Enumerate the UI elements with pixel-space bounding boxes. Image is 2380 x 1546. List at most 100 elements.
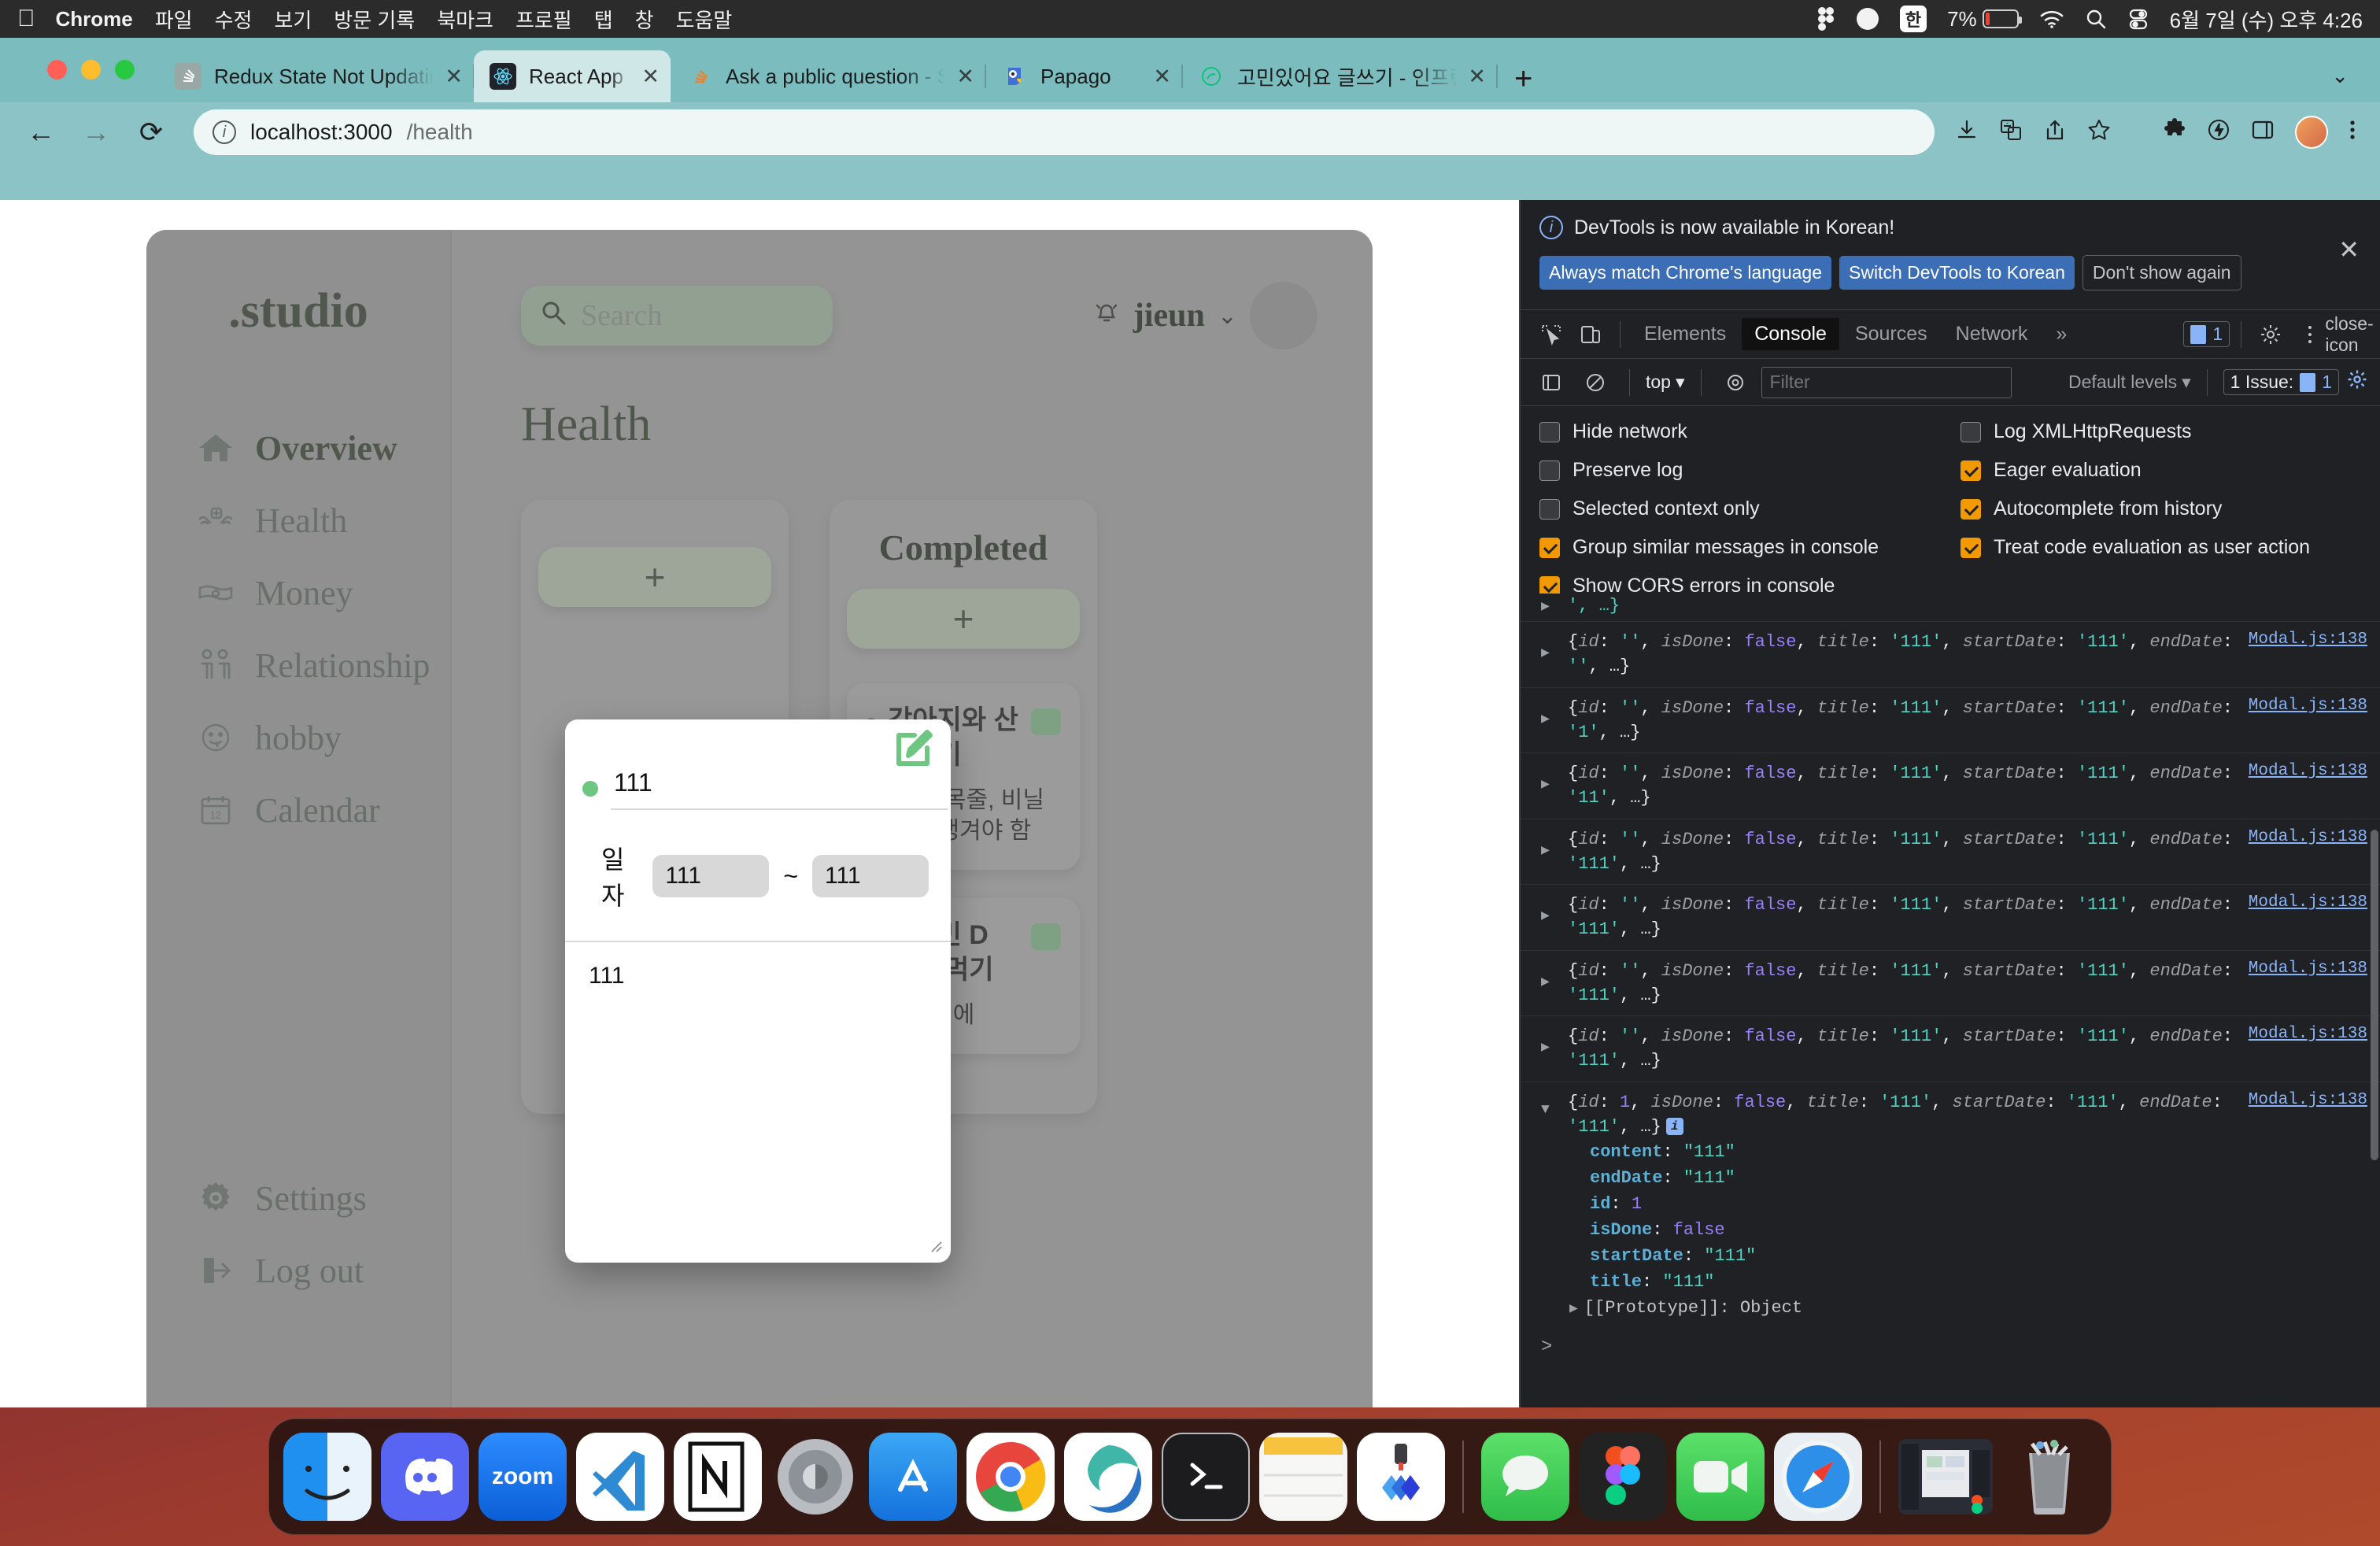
log-row[interactable]: ▶ Modal.js:138 {id: '', isDone: false, t… — [1521, 753, 2380, 819]
new-tab-button[interactable]: + — [1514, 63, 1532, 94]
log-source-link[interactable]: Modal.js:138 — [2249, 826, 2367, 849]
setting-eager-evaluation[interactable]: Eager evaluation — [1961, 459, 2361, 482]
issues-badge[interactable]: 1 — [2183, 321, 2230, 347]
more-tabs-icon[interactable]: » — [2043, 318, 2079, 350]
dock-app-sketch[interactable] — [1357, 1433, 1445, 1521]
download-icon[interactable] — [1955, 118, 1979, 147]
input-source-indicator[interactable]: 한 — [1899, 6, 1927, 32]
maximize-window-button[interactable] — [115, 60, 135, 80]
log-levels-selector[interactable]: Default levels ▾ — [2068, 372, 2191, 393]
tab-search-chevron-icon[interactable]: ⌄ — [2331, 64, 2349, 88]
checkbox[interactable] — [1539, 537, 1560, 558]
clear-console-icon[interactable] — [1577, 364, 1613, 401]
close-devtools-icon[interactable]: close-icon — [2325, 313, 2373, 355]
dock-app-discord[interactable] — [381, 1433, 469, 1521]
tab-sources[interactable]: Sources — [1842, 318, 1940, 350]
setting-log-xmlhttprequests[interactable]: Log XMLHttpRequests — [1961, 420, 2361, 443]
star-icon[interactable] — [2087, 118, 2111, 147]
setting-autocomplete-from-history[interactable]: Autocomplete from history — [1961, 497, 2361, 520]
log-row[interactable]: ▶ Modal.js:138 {id: '', isDone: false, t… — [1521, 622, 2380, 688]
browser-tab-inflearn[interactable]: 고민있어요 글쓰기 - 인프런 | 커뮤니티 ✕ — [1182, 50, 1498, 102]
checkbox[interactable] — [1961, 498, 1981, 520]
control-center-icon[interactable] — [2127, 8, 2149, 30]
dock-app-safari[interactable] — [1774, 1433, 1862, 1521]
dock-trash[interactable] — [2002, 1433, 2097, 1521]
arc-menubar-icon[interactable] — [1856, 7, 1879, 31]
expand-arrow-icon[interactable]: ▶ — [1541, 973, 1550, 993]
dock-app-app-store[interactable] — [869, 1433, 957, 1521]
dock-app-terminal[interactable] — [1162, 1433, 1250, 1521]
issues-summary-badge[interactable]: 1 Issue: 1 — [2223, 369, 2339, 395]
menubar-item-file[interactable]: 파일 — [155, 5, 193, 34]
setting-hide-network[interactable]: Hide network — [1539, 420, 1961, 443]
minimize-window-button[interactable] — [81, 60, 101, 80]
spotlight-search-icon[interactable] — [2085, 8, 2107, 30]
close-tab-button[interactable]: ✕ — [1468, 65, 1486, 89]
menubar-item-profile[interactable]: 프로필 — [516, 5, 572, 34]
expand-arrow-icon[interactable]: ▶ — [1541, 710, 1550, 730]
dock-app-figma[interactable] — [1579, 1433, 1667, 1521]
expand-arrow-icon[interactable]: ▶ — [1541, 1039, 1550, 1060]
browser-tab-react-app[interactable]: React App ✕ — [474, 50, 671, 102]
checkbox[interactable] — [1539, 421, 1560, 442]
translate-icon[interactable] — [1999, 118, 2023, 147]
menubar-app-name[interactable]: Chrome — [56, 7, 133, 31]
expand-arrow-icon[interactable]: ▶ — [1541, 645, 1550, 665]
resize-grip-icon[interactable] — [926, 1236, 943, 1253]
setting-preserve-log[interactable]: Preserve log — [1539, 459, 1961, 482]
switch-to-korean-button[interactable]: Switch DevTools to Korean — [1839, 256, 2075, 290]
close-tab-button[interactable]: ✕ — [1153, 65, 1171, 89]
window-traffic-lights[interactable] — [47, 60, 135, 80]
dock-app-finder[interactable] — [283, 1433, 371, 1521]
log-row[interactable]: ▶ Modal.js:138 {id: '', isDone: false, t… — [1521, 688, 2380, 754]
log-source-link[interactable]: Modal.js:138 — [2249, 1089, 2367, 1112]
log-source-link[interactable]: Modal.js:138 — [2249, 694, 2367, 718]
log-row-partial[interactable]: ▶ ', …} — [1521, 594, 2380, 623]
expand-arrow-icon[interactable]: ▶ — [1541, 597, 1550, 618]
address-bar[interactable]: i localhost:3000/health — [194, 109, 1935, 155]
dock-app-chrome[interactable] — [966, 1433, 1055, 1521]
side-panel-icon[interactable] — [2251, 118, 2275, 147]
wifi-icon[interactable] — [2039, 9, 2064, 28]
log-source-link[interactable]: Modal.js:138 — [2249, 957, 2367, 981]
menubar-item-window[interactable]: 창 — [635, 5, 654, 34]
log-source-link[interactable]: Modal.js:138 — [2249, 760, 2367, 783]
close-tab-button[interactable]: ✕ — [956, 65, 974, 89]
browser-tab-papago[interactable]: Papago ✕ — [985, 50, 1183, 102]
profile-avatar[interactable] — [2295, 116, 2328, 149]
device-toolbar-icon[interactable] — [1572, 316, 1609, 353]
setting-treat-code-eval-as-user-action[interactable]: Treat code evaluation as user action — [1961, 536, 2361, 559]
live-expression-icon[interactable] — [1717, 364, 1754, 401]
menubar-item-history[interactable]: 방문 기록 — [334, 5, 415, 34]
menubar-item-help[interactable]: 도움말 — [676, 5, 733, 34]
checkbox[interactable] — [1539, 498, 1560, 520]
console-prompt[interactable]: > — [1521, 1326, 2380, 1358]
show-console-sidebar-icon[interactable] — [1533, 364, 1569, 401]
lightning-icon[interactable] — [2207, 118, 2230, 147]
log-source-link[interactable]: Modal.js:138 — [2249, 628, 2367, 652]
dock-app-zoom[interactable]: zoom — [479, 1433, 567, 1521]
edit-pencil-icon[interactable] — [888, 724, 938, 779]
collapse-arrow-icon[interactable]: ▼ — [1541, 1100, 1550, 1121]
dock-app-notes[interactable] — [1259, 1433, 1347, 1521]
kebab-menu-icon[interactable] — [2349, 118, 2356, 147]
log-source-link[interactable]: Modal.js:138 — [2249, 891, 2367, 915]
tab-console[interactable]: Console — [1742, 318, 1839, 350]
browser-tab-redux[interactable]: Redux State Not Updating ✕ — [159, 50, 475, 102]
close-tab-button[interactable]: ✕ — [641, 65, 660, 89]
checkbox[interactable] — [1961, 421, 1981, 442]
setting-selected-context-only[interactable]: Selected context only — [1539, 497, 1961, 520]
apple-logo-icon[interactable]:  — [17, 7, 35, 31]
checkbox[interactable] — [1961, 460, 1981, 481]
menubar-clock[interactable]: 6월 7일 (수) 오후 4:26 — [2170, 5, 2363, 34]
expand-arrow-icon[interactable]: ▶ — [1541, 908, 1550, 928]
share-icon[interactable] — [2043, 118, 2067, 147]
log-source-link[interactable]: Modal.js:138 — [2249, 1023, 2367, 1046]
dock-app-vscode[interactable] — [576, 1433, 664, 1521]
log-row-expanded[interactable]: ▼ Modal.js:138 {id: 1, isDone: false, ti… — [1521, 1082, 2380, 1139]
dock-minimized-window[interactable] — [1898, 1439, 1993, 1515]
log-row[interactable]: ▶ Modal.js:138 {id: '', isDone: false, t… — [1521, 819, 2380, 886]
close-tab-button[interactable]: ✕ — [445, 65, 463, 89]
expand-arrow-icon[interactable]: ▶ — [1541, 841, 1550, 862]
kebab-menu-icon[interactable] — [2292, 316, 2328, 353]
